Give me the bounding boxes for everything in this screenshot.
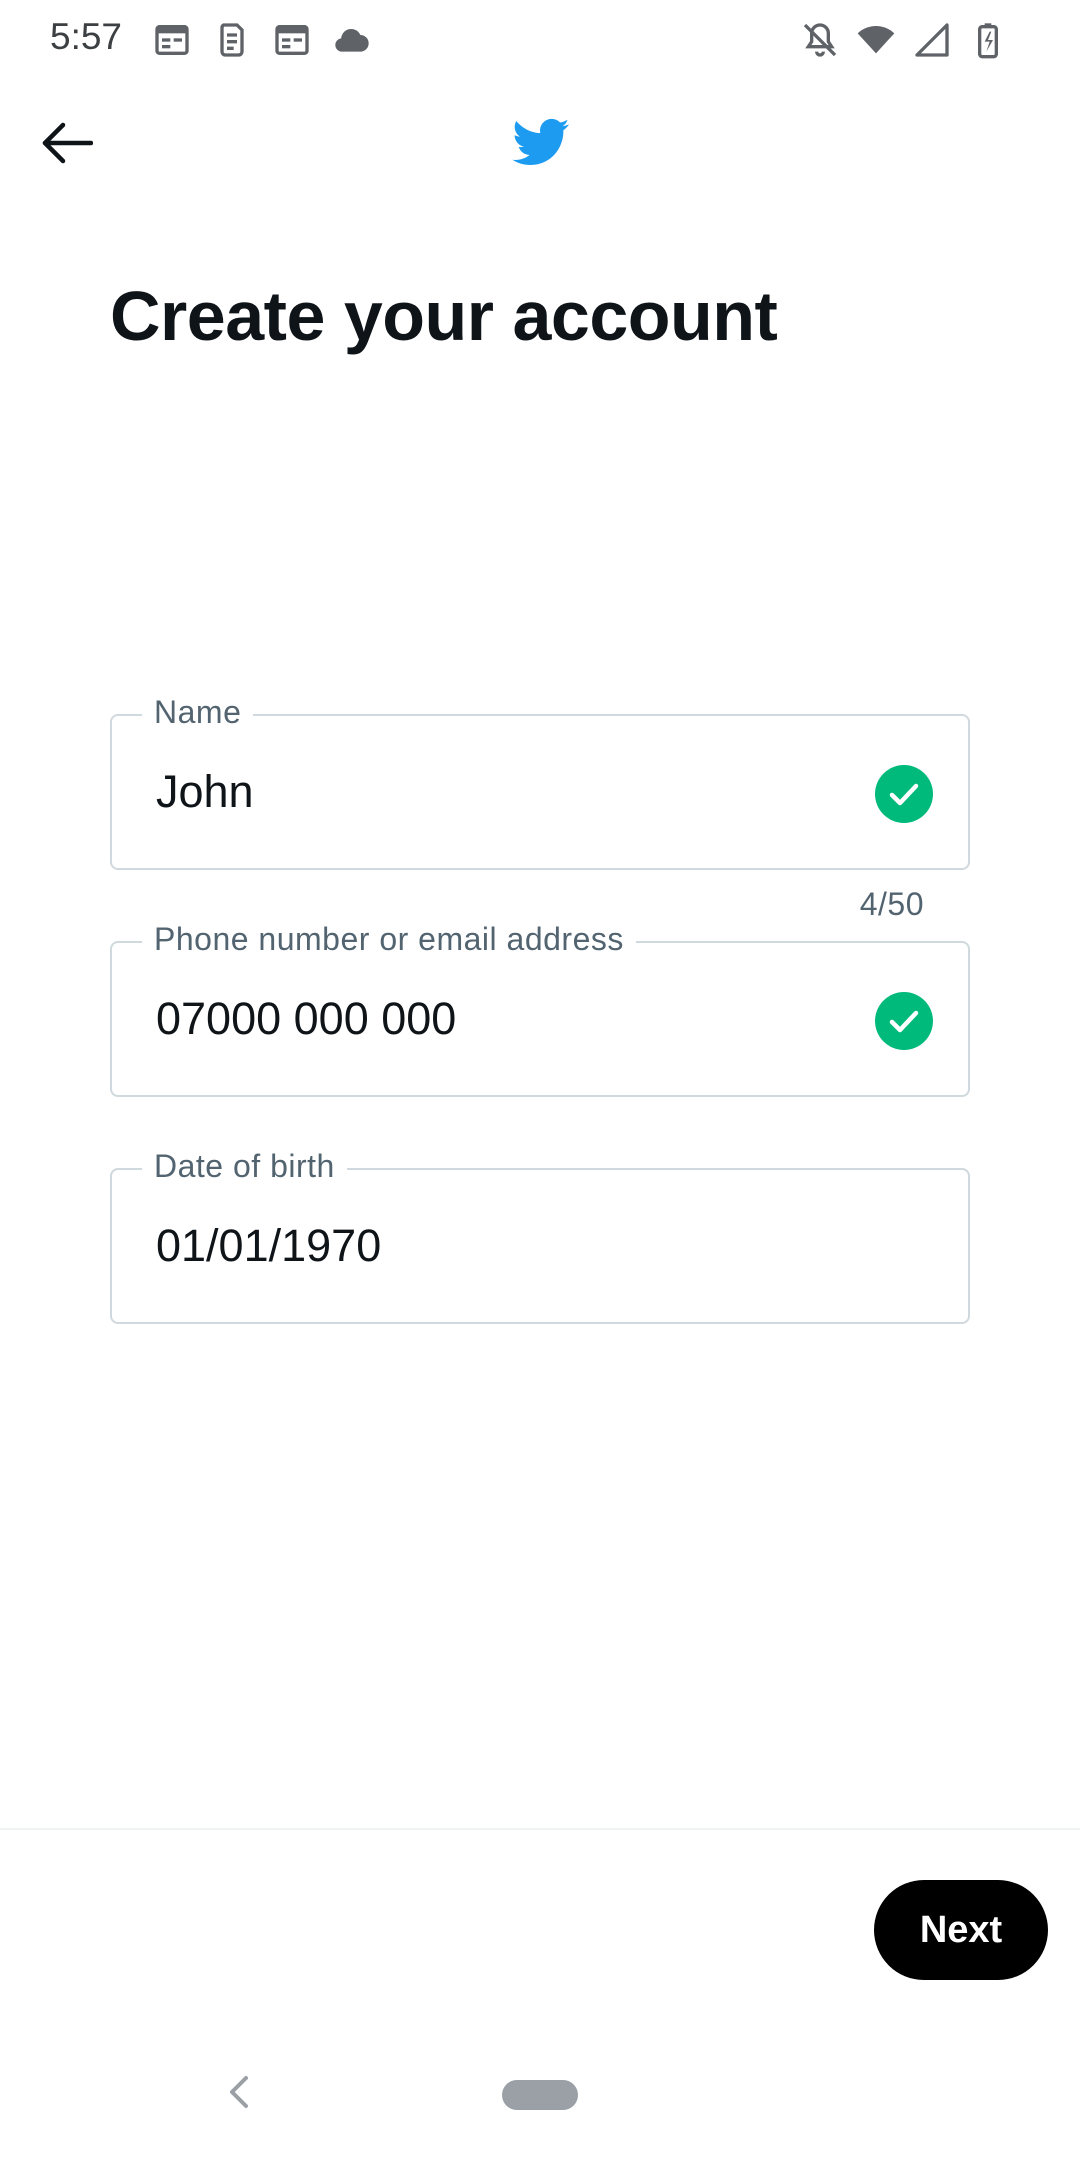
home-pill-icon[interactable]: [502, 2080, 578, 2110]
sim-card-icon: [220, 23, 244, 57]
create-account-screen: 5:57 Create your account Name John 4/50 …: [0, 0, 1080, 2160]
arrow-left-icon: [42, 122, 93, 164]
phone-email-input[interactable]: 07000 000 000: [156, 993, 456, 1045]
name-char-counter: 4/50: [859, 886, 924, 922]
status-time: 5:57: [50, 16, 123, 57]
phone-email-field[interactable]: Phone number or email address 07000 000 …: [110, 921, 970, 1097]
notifications-off-icon: [803, 23, 837, 57]
twitter-bird-icon: [512, 118, 570, 166]
wifi-icon: [857, 26, 895, 54]
status-bar: 5:57: [0, 0, 1080, 80]
page-title: Create your account: [110, 277, 778, 355]
calendar-icon: [275, 25, 309, 55]
cloud-icon: [335, 28, 369, 52]
notification-icons: [152, 20, 372, 60]
date-of-birth-field[interactable]: Date of birth 01/01/1970: [110, 1148, 970, 1324]
name-field-label: Name: [142, 694, 254, 731]
next-button[interactable]: Next: [874, 1880, 1048, 1980]
phone-email-field-label: Phone number or email address: [142, 921, 636, 958]
name-input[interactable]: John: [156, 766, 254, 818]
name-field[interactable]: Name John: [110, 694, 970, 870]
checkmark-icon: [875, 992, 933, 1050]
chevron-left-icon[interactable]: [222, 2072, 256, 2112]
date-of-birth-input[interactable]: 01/01/1970: [156, 1220, 381, 1272]
footer-divider: [0, 1828, 1080, 1830]
battery-charging-icon: [978, 23, 998, 59]
checkmark-icon: [875, 765, 933, 823]
system-status-icons: [800, 20, 1008, 60]
back-button[interactable]: [38, 118, 96, 168]
calendar-icon: [155, 25, 189, 55]
date-of-birth-field-label: Date of birth: [142, 1148, 347, 1185]
cell-signal-icon: [915, 23, 949, 57]
